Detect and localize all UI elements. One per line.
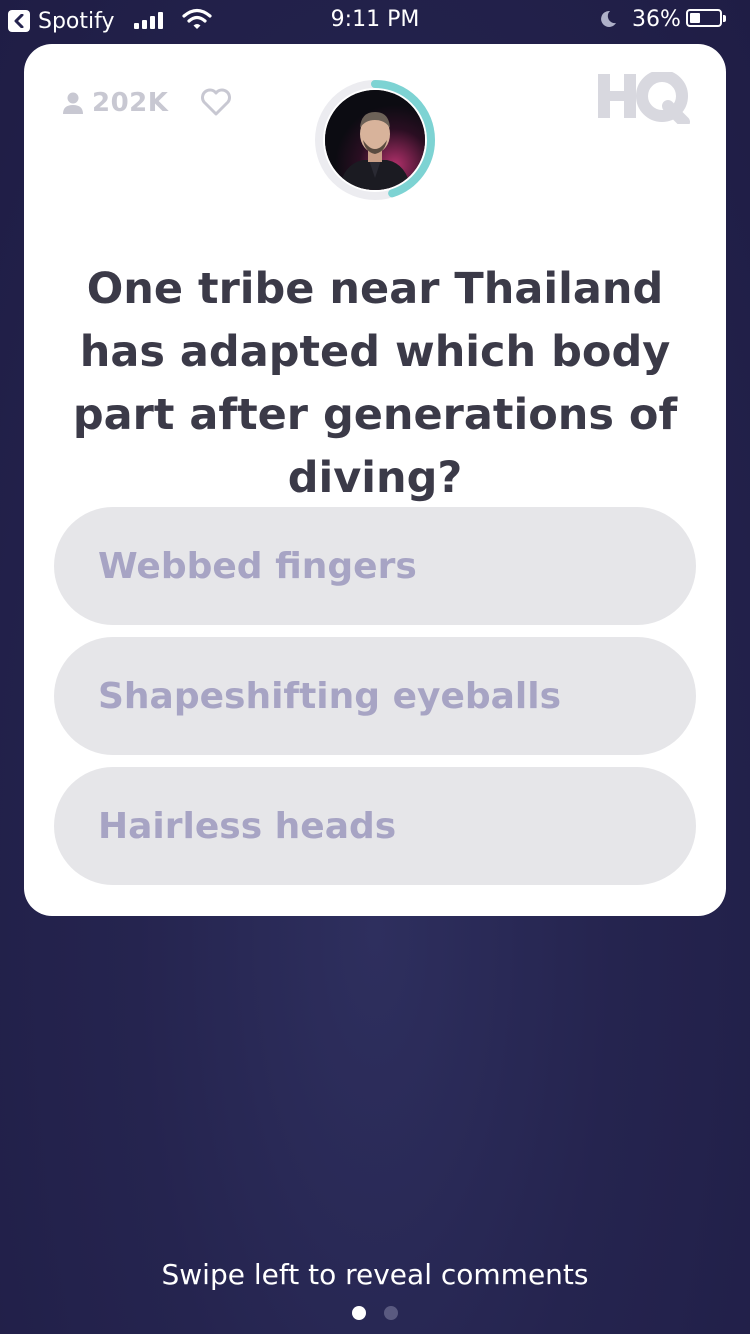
page-indicator[interactable] xyxy=(0,1306,750,1320)
hq-logo xyxy=(598,70,690,128)
status-bar: Spotify 9:11 PM 36% xyxy=(0,0,750,40)
battery-fill xyxy=(690,13,700,23)
question-text: One tribe near Thailand has adapted whic… xyxy=(72,264,678,503)
heart-icon[interactable] xyxy=(200,88,232,120)
answer-option-label: Shapeshifting eyeballs xyxy=(98,675,562,717)
swipe-hint: Swipe left to reveal comments xyxy=(161,1258,589,1291)
do-not-disturb-moon-icon xyxy=(598,9,618,33)
answer-option-1[interactable]: Webbed fingers xyxy=(54,507,696,625)
page-dot-2[interactable] xyxy=(384,1306,398,1320)
answer-option-2[interactable]: Shapeshifting eyeballs xyxy=(54,637,696,755)
answer-option-label: Hairless heads xyxy=(98,805,397,847)
host-timer xyxy=(313,78,437,202)
page-dot-1[interactable] xyxy=(352,1306,366,1320)
answer-option-label: Webbed fingers xyxy=(98,545,417,587)
battery-icon xyxy=(686,9,728,29)
viewer-count-value: 202K xyxy=(92,88,169,118)
viewer-count: 202K xyxy=(62,88,168,118)
viewer-person-icon xyxy=(63,92,83,114)
question-card: 202K One tribe near Thailand has adapted… xyxy=(24,44,726,916)
battery-percent: 36% xyxy=(632,7,681,32)
host-avatar xyxy=(325,90,425,190)
answer-option-3[interactable]: Hairless heads xyxy=(54,767,696,885)
